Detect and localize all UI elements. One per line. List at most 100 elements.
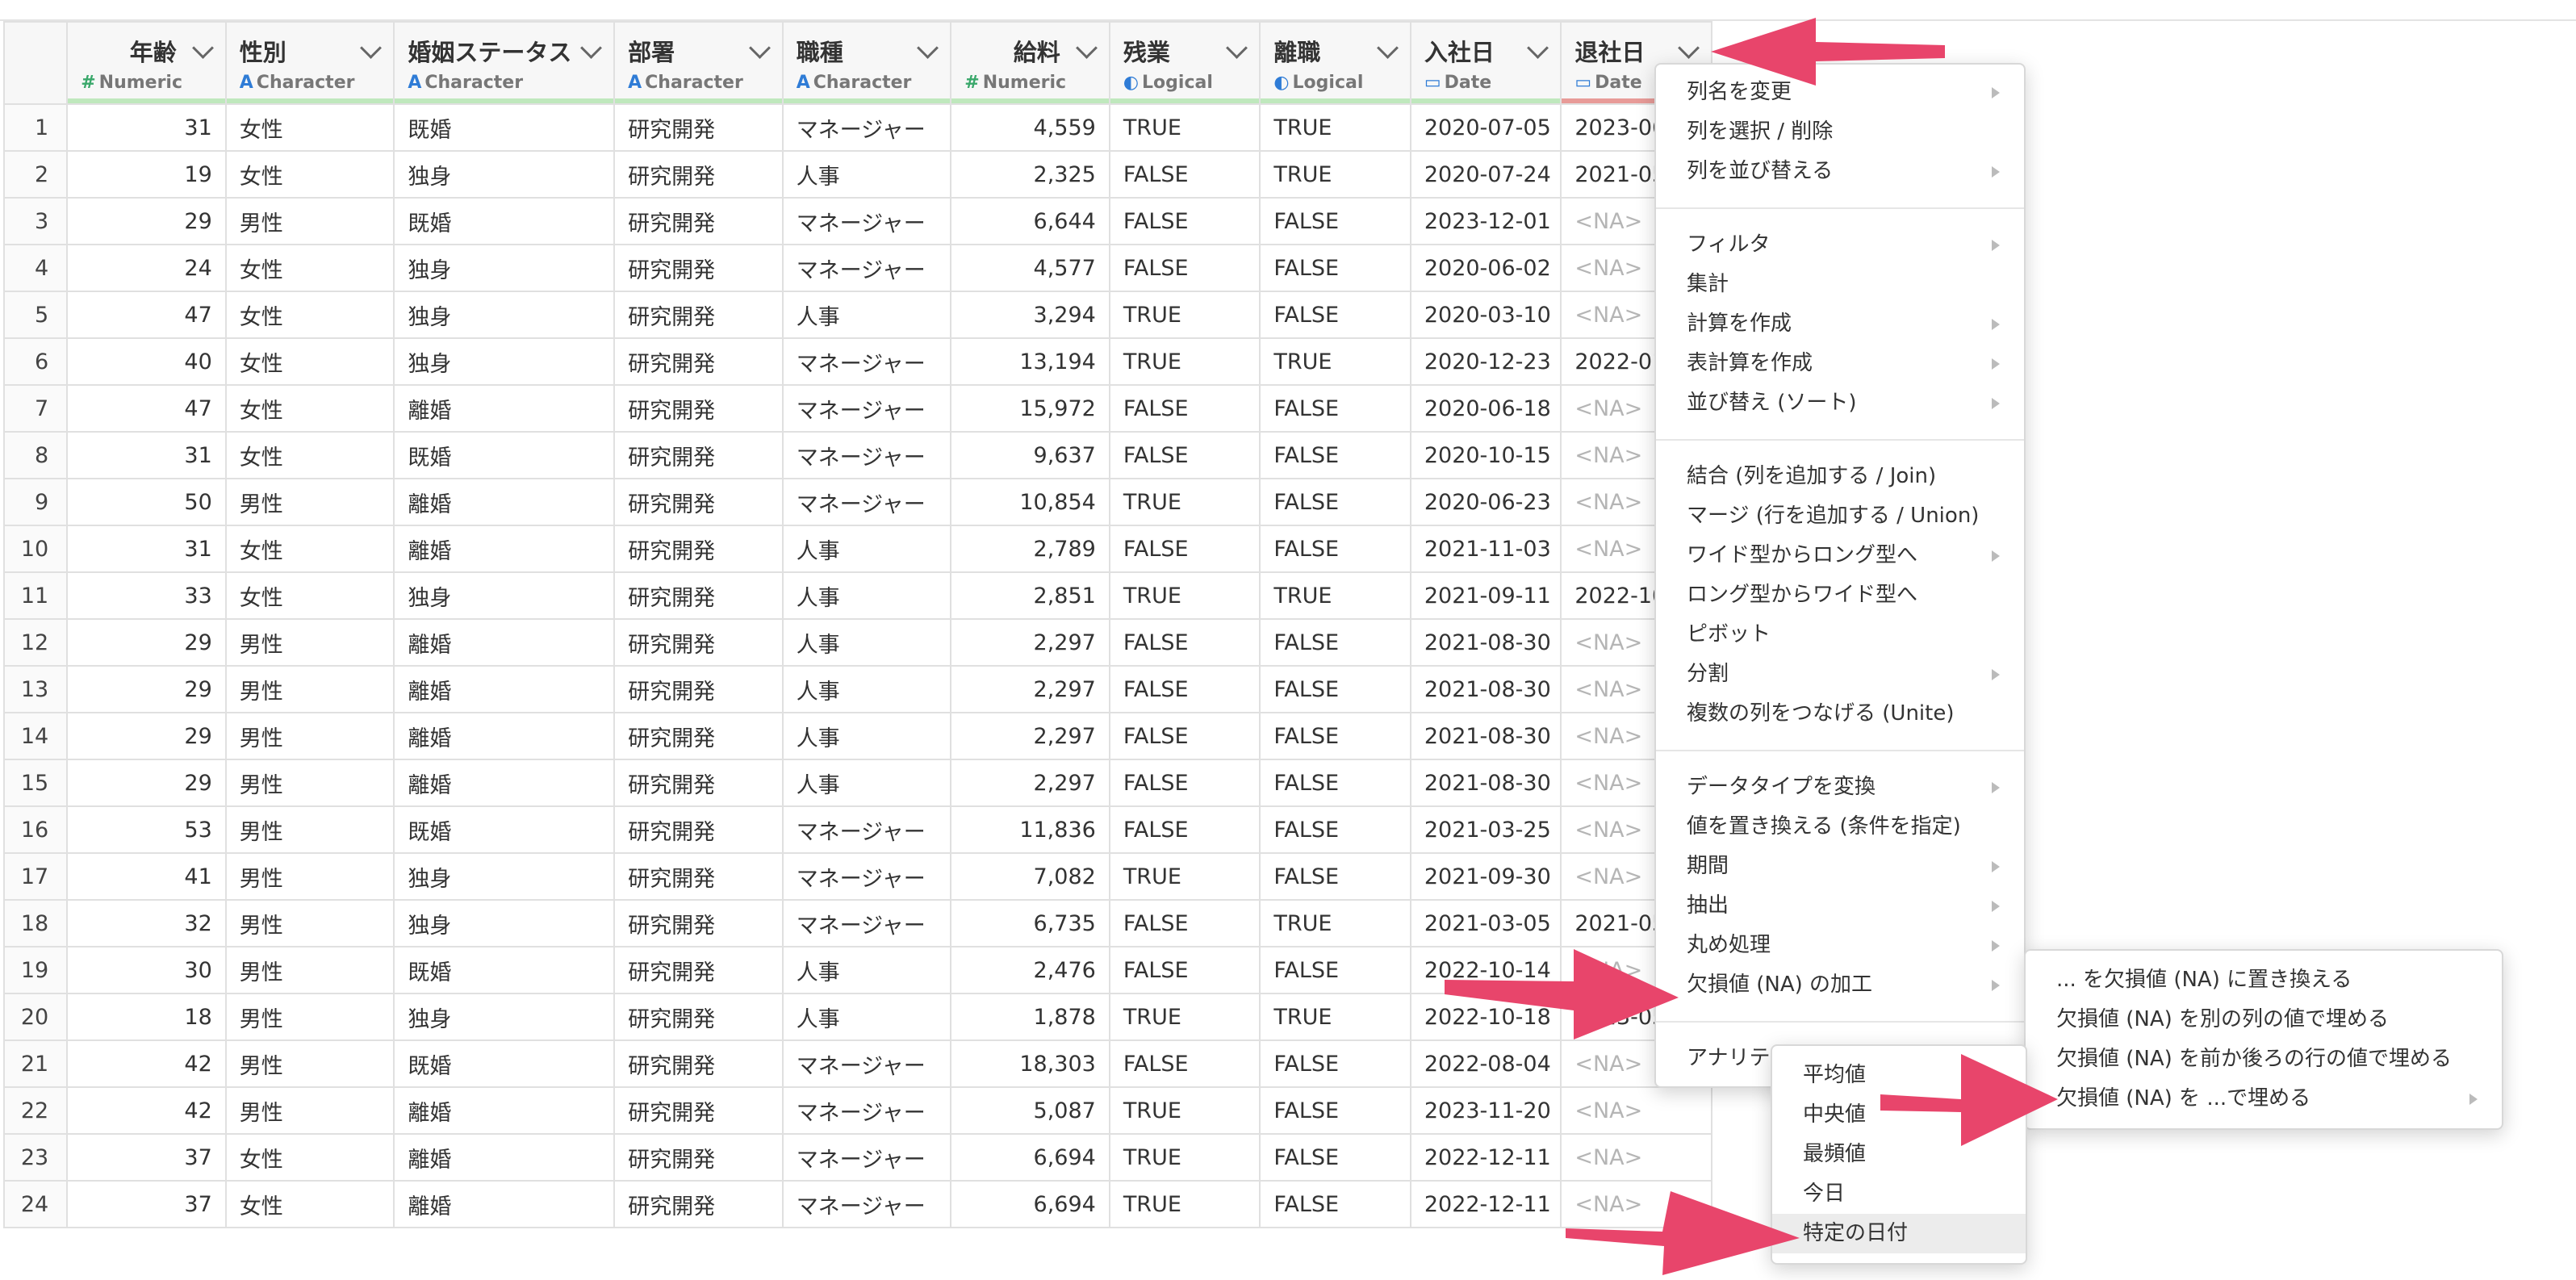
table-cell[interactable]: 2020-06-02 bbox=[1409, 244, 1562, 292]
table-cell[interactable]: 離婚 bbox=[393, 712, 616, 760]
column-menu-item[interactable]: 分割 bbox=[1656, 655, 2024, 694]
column-header[interactable]: 給料 # Numeric bbox=[950, 21, 1110, 105]
row-index[interactable]: 9 bbox=[2, 478, 69, 526]
table-cell[interactable]: 研究開発 bbox=[613, 712, 784, 760]
table-cell[interactable]: FALSE bbox=[1259, 197, 1411, 245]
table-cell[interactable]: 既婚 bbox=[393, 946, 616, 994]
table-cell[interactable]: FALSE bbox=[1108, 712, 1261, 760]
table-cell[interactable]: 研究開発 bbox=[613, 431, 784, 479]
table-cell[interactable]: TRUE bbox=[1108, 337, 1261, 386]
table-cell[interactable]: 男性 bbox=[224, 993, 395, 1041]
table-cell[interactable]: 離婚 bbox=[393, 618, 616, 667]
table-cell[interactable]: 男性 bbox=[224, 197, 395, 245]
table-cell[interactable]: 男性 bbox=[224, 478, 395, 526]
column-menu-item[interactable]: 期間 bbox=[1656, 847, 2024, 886]
table-cell[interactable]: 研究開発 bbox=[613, 1039, 784, 1088]
table-cell[interactable]: 離婚 bbox=[393, 1180, 616, 1228]
table-cell[interactable]: 2020-06-23 bbox=[1409, 478, 1562, 526]
table-cell[interactable]: 7,082 bbox=[950, 852, 1110, 901]
column-menu-item[interactable]: ロング型からワイド型へ bbox=[1656, 575, 2024, 615]
table-cell[interactable]: 既婚 bbox=[393, 103, 616, 152]
table-cell[interactable]: 47 bbox=[66, 384, 227, 433]
table-cell[interactable]: <NA> bbox=[1560, 1133, 1712, 1182]
table-cell[interactable]: 18,303 bbox=[950, 1039, 1110, 1088]
table-cell[interactable]: 研究開発 bbox=[613, 244, 784, 292]
column-menu-item[interactable]: フィルタ bbox=[1656, 225, 2024, 265]
column-menu-item[interactable]: 列を選択 / 削除 bbox=[1656, 112, 2024, 152]
table-cell[interactable]: 2,476 bbox=[950, 946, 1110, 994]
table-cell[interactable]: 2021-11-03 bbox=[1409, 525, 1562, 573]
table-cell[interactable]: 研究開発 bbox=[613, 805, 784, 854]
column-header[interactable]: 職種 A Character bbox=[781, 21, 952, 105]
table-cell[interactable]: 研究開発 bbox=[613, 291, 784, 339]
table-cell[interactable]: 研究開発 bbox=[613, 337, 784, 386]
table-cell[interactable]: TRUE bbox=[1259, 103, 1411, 152]
table-cell[interactable]: 2,297 bbox=[950, 759, 1110, 807]
table-cell[interactable]: 独身 bbox=[393, 291, 616, 339]
table-cell[interactable]: FALSE bbox=[1259, 618, 1411, 667]
table-cell[interactable]: FALSE bbox=[1108, 759, 1261, 807]
row-index[interactable]: 11 bbox=[2, 571, 69, 620]
table-cell[interactable]: 47 bbox=[66, 291, 227, 339]
column-header[interactable]: 年齢 # Numeric bbox=[66, 21, 227, 105]
table-cell[interactable]: 離婚 bbox=[393, 478, 616, 526]
table-cell[interactable]: 人事 bbox=[781, 150, 952, 199]
column-menu-item[interactable]: 並び替え (ソート) bbox=[1656, 383, 2024, 423]
table-cell[interactable]: FALSE bbox=[1259, 1039, 1411, 1088]
table-cell[interactable]: FALSE bbox=[1259, 852, 1411, 901]
table-cell[interactable]: FALSE bbox=[1108, 431, 1261, 479]
column-header[interactable]: 部署 A Character bbox=[613, 21, 784, 105]
row-index[interactable]: 8 bbox=[2, 431, 69, 479]
table-cell[interactable]: 独身 bbox=[393, 150, 616, 199]
table-cell[interactable]: 37 bbox=[66, 1133, 227, 1182]
table-cell[interactable]: マネージャー bbox=[781, 852, 952, 901]
table-cell[interactable]: FALSE bbox=[1108, 618, 1261, 667]
table-cell[interactable]: 人事 bbox=[781, 946, 952, 994]
table-cell[interactable]: 人事 bbox=[781, 665, 952, 713]
row-index[interactable]: 14 bbox=[2, 712, 69, 760]
table-cell[interactable]: FALSE bbox=[1108, 899, 1261, 947]
table-cell[interactable]: TRUE bbox=[1259, 337, 1411, 386]
table-cell[interactable]: 既婚 bbox=[393, 431, 616, 479]
table-cell[interactable]: 2,297 bbox=[950, 712, 1110, 760]
table-cell[interactable]: 2,297 bbox=[950, 665, 1110, 713]
row-index[interactable]: 21 bbox=[2, 1039, 69, 1088]
table-cell[interactable]: 独身 bbox=[393, 337, 616, 386]
table-cell[interactable]: 19 bbox=[66, 150, 227, 199]
table-cell[interactable]: 女性 bbox=[224, 103, 395, 152]
table-cell[interactable]: 男性 bbox=[224, 1039, 395, 1088]
table-cell[interactable]: 2022-12-11 bbox=[1409, 1133, 1562, 1182]
row-index[interactable]: 12 bbox=[2, 618, 69, 667]
table-cell[interactable]: 離婚 bbox=[393, 665, 616, 713]
row-index[interactable]: 6 bbox=[2, 337, 69, 386]
table-cell[interactable]: 離婚 bbox=[393, 525, 616, 573]
table-cell[interactable]: 2021-08-30 bbox=[1409, 759, 1562, 807]
table-cell[interactable]: 研究開発 bbox=[613, 478, 784, 526]
table-cell[interactable]: 42 bbox=[66, 1086, 227, 1135]
table-cell[interactable]: FALSE bbox=[1108, 665, 1261, 713]
table-cell[interactable]: 女性 bbox=[224, 291, 395, 339]
table-cell[interactable]: 既婚 bbox=[393, 1039, 616, 1088]
table-cell[interactable]: 41 bbox=[66, 852, 227, 901]
table-cell[interactable]: 研究開発 bbox=[613, 150, 784, 199]
table-cell[interactable]: 人事 bbox=[781, 759, 952, 807]
table-cell[interactable]: FALSE bbox=[1259, 478, 1411, 526]
table-cell[interactable]: 男性 bbox=[224, 805, 395, 854]
column-header[interactable]: 残業 ◐ Logical bbox=[1108, 21, 1261, 105]
table-cell[interactable]: 研究開発 bbox=[613, 571, 784, 620]
column-menu-item[interactable]: 表計算を作成 bbox=[1656, 344, 2024, 383]
table-cell[interactable]: マネージャー bbox=[781, 337, 952, 386]
table-cell[interactable]: 女性 bbox=[224, 571, 395, 620]
table-cell[interactable]: 既婚 bbox=[393, 805, 616, 854]
table-cell[interactable]: 男性 bbox=[224, 759, 395, 807]
table-cell[interactable]: 研究開発 bbox=[613, 946, 784, 994]
table-cell[interactable]: 29 bbox=[66, 665, 227, 713]
table-cell[interactable]: 2023-11-20 bbox=[1409, 1086, 1562, 1135]
table-cell[interactable]: FALSE bbox=[1108, 1039, 1261, 1088]
row-index[interactable]: 20 bbox=[2, 993, 69, 1041]
table-cell[interactable]: TRUE bbox=[1108, 1086, 1261, 1135]
table-cell[interactable]: 6,694 bbox=[950, 1180, 1110, 1228]
table-cell[interactable]: 1,878 bbox=[950, 993, 1110, 1041]
table-cell[interactable]: 29 bbox=[66, 759, 227, 807]
table-cell[interactable]: 人事 bbox=[781, 618, 952, 667]
